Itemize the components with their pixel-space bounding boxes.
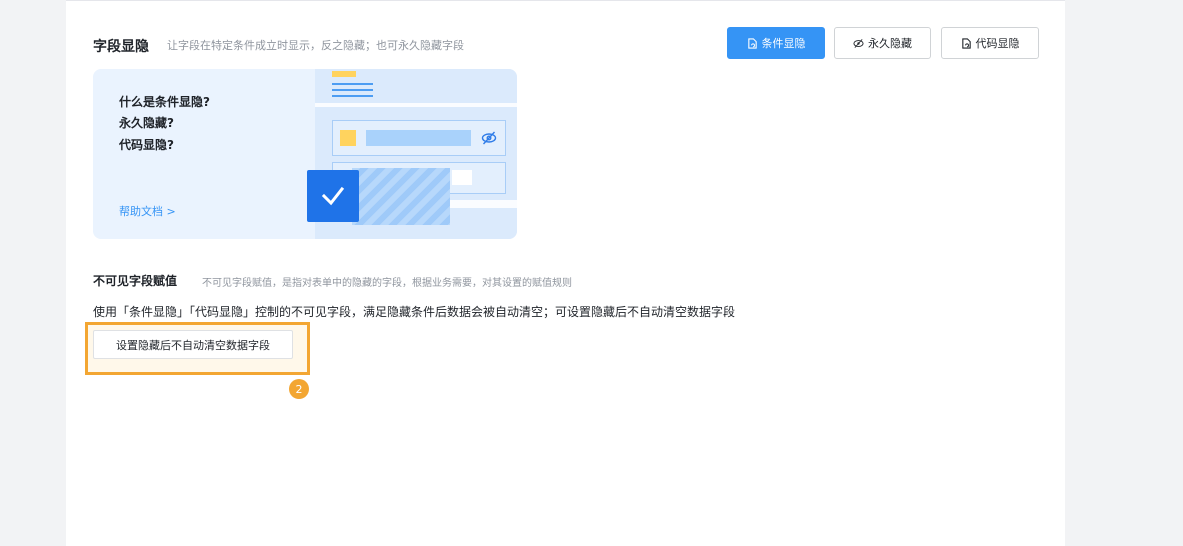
help-card: 什么是条件显隐? 永久隐藏? 代码显隐? 帮助文档 > [93, 69, 517, 239]
invisible-field-text: 使用「条件显隐」「代码显隐」控制的不可见字段，满足隐藏条件后数据会被自动清空；可… [93, 305, 736, 319]
illustration-block [340, 130, 356, 146]
permanent-hide-button[interactable]: 永久隐藏 [834, 27, 931, 59]
help-docs-link[interactable]: 帮助文档 > [119, 203, 176, 219]
illustration-block [332, 71, 356, 77]
illustration-block [452, 170, 472, 185]
eye-off-icon [853, 38, 864, 48]
eye-off-icon [481, 131, 497, 145]
help-question-code: 代码显隐? [119, 138, 174, 152]
conditional-visibility-label: 条件显隐 [761, 37, 806, 50]
illustration-hatched-block [352, 168, 450, 225]
doc-refresh-icon [747, 37, 757, 49]
permanent-hide-label: 永久隐藏 [868, 37, 912, 50]
illustration-line [332, 89, 373, 91]
help-question-conditional: 什么是条件显隐? [119, 95, 210, 109]
code-visibility-label: 代码显隐 [975, 37, 1020, 50]
no-clear-hidden-data-label: 设置隐藏后不自动清空数据字段 [116, 338, 270, 352]
content-panel: 字段显隐 让字段在特定条件成立时显示，反之隐藏；也可永久隐藏字段 条件显隐 永久… [66, 0, 1065, 546]
code-visibility-button[interactable]: 代码显隐 [941, 27, 1039, 59]
invisible-field-description: 不可见字段赋值，是指对表单中的隐藏的字段，根据业务需要，对其设置的赋值规则 [202, 278, 572, 289]
illustration-divider [315, 103, 517, 107]
checkmark-icon [307, 170, 359, 222]
invisible-field-title: 不可见字段赋值 [93, 274, 178, 288]
doc-refresh-icon [961, 37, 971, 49]
section-description: 让字段在特定条件成立时显示，反之隐藏；也可永久隐藏字段 [167, 39, 464, 52]
step-badge: 2 [289, 379, 309, 399]
illustration-bar [366, 130, 471, 146]
divider [66, 0, 1065, 1]
illustration-line [332, 95, 373, 97]
illustration-line [332, 83, 373, 85]
no-clear-hidden-data-button[interactable]: 设置隐藏后不自动清空数据字段 [93, 330, 293, 359]
help-question-permanent: 永久隐藏? [119, 116, 174, 130]
section-title: 字段显隐 [93, 39, 149, 55]
conditional-visibility-button[interactable]: 条件显隐 [727, 27, 825, 59]
